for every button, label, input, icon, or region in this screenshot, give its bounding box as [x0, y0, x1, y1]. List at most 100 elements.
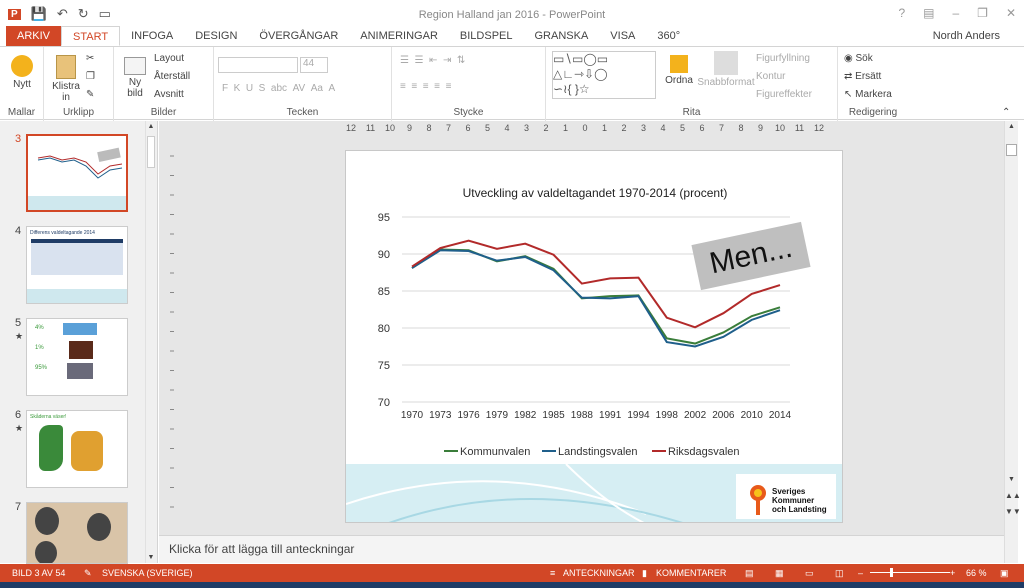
shapes-gallery[interactable]: ▭∖▭◯▭ △∟⇾⇩◯ ∽≀{ }☆ — [552, 51, 656, 99]
shape-effects-button[interactable]: Figureffekter — [756, 89, 812, 100]
layout-button[interactable]: Layout — [154, 53, 184, 64]
ruler-tick-label: 2 — [621, 123, 626, 133]
tab-animeringar[interactable]: ANIMERINGAR — [349, 26, 449, 46]
zoom-out-icon[interactable]: – — [858, 568, 863, 578]
quick-styles-label: Snabbformat — [697, 77, 755, 88]
notes-icon[interactable]: ≡ — [550, 568, 555, 578]
x-tick-label: 2010 — [741, 410, 764, 421]
tab-granska[interactable]: GRANSKA — [524, 26, 600, 46]
comments-button[interactable]: KOMMENTARER — [656, 568, 726, 578]
scroll-down-icon[interactable]: ▼ — [146, 554, 156, 561]
help-icon[interactable]: ? — [898, 6, 905, 20]
language-indicator[interactable]: SVENSKA (SVERIGE) — [102, 568, 193, 578]
scroll-up-icon[interactable]: ▲ — [146, 123, 156, 130]
zoom-slider-thumb[interactable] — [890, 568, 893, 577]
scroll-thumb[interactable] — [1006, 144, 1017, 156]
zoom-in-icon[interactable]: + — [950, 568, 955, 578]
horizontal-ruler: 12 11 10 9 8 7 6 5 4 3 2 1 0 1 2 3 4 5 6 7 8 9 10 11 12 — [346, 123, 824, 133]
thumbnail-slide-5[interactable]: 4% 1% 95% — [26, 318, 128, 396]
ribbon: Nytt Mallar Klistra in ✂ ❐ ✎ Urklipp Ny … — [0, 46, 1024, 121]
editor-scrollbar[interactable]: ▲ ▼ ▲▲ ▼▼ — [1004, 121, 1021, 563]
cut-icon[interactable]: ✂ — [86, 53, 94, 64]
legend-label: Kommunvalen — [460, 446, 530, 458]
comments-icon[interactable]: ▮ — [642, 568, 647, 579]
group-bilder: Ny bild Layout Återställ Avsnitt Bilder — [114, 47, 214, 121]
user-name[interactable]: Nordh Anders — [933, 30, 1000, 42]
prev-slide-icon[interactable]: ▲▲ — [1005, 491, 1021, 500]
zoom-slider[interactable] — [870, 572, 950, 573]
arrange-button[interactable]: Ordna — [664, 51, 694, 86]
thumbnail-slide-4[interactable]: Differens valdeltagande 2014 — [26, 226, 128, 304]
slide-sorter-icon[interactable]: ▦ — [775, 568, 784, 579]
slide-thumbnails-pane[interactable]: 3 4 Differens valdeltagande 2014 5 ★ 4% … — [0, 121, 158, 564]
slide-canvas[interactable]: Utveckling av valdeltagandet 1970-2014 (… — [345, 150, 843, 523]
align-icon[interactable]: ≡ ≡ ≡ ≡ ≡ — [400, 81, 451, 92]
group-stycke: ☰ ☰ ⇤ ⇥ ⇅ ≡ ≡ ≡ ≡ ≡ Stycke — [392, 47, 546, 121]
x-tick-label: 1985 — [542, 410, 565, 421]
format-painter-icon[interactable]: ✎ — [86, 89, 94, 100]
ruler-tick-label: 8 — [738, 123, 743, 133]
bold-button[interactable]: F K U S abc AV Aa A — [222, 83, 335, 94]
quick-styles-button[interactable]: Snabbformat — [696, 51, 756, 88]
font-size-input[interactable]: 44 — [300, 57, 328, 73]
replace-button[interactable]: ⇄ Ersätt — [844, 71, 881, 82]
reading-view-icon[interactable]: ▭ — [805, 568, 814, 579]
font-name-input[interactable] — [218, 57, 298, 73]
slideshow-view-icon[interactable]: ◫ — [835, 568, 844, 579]
ruler-tick-label: 10 — [775, 123, 785, 133]
tab-infoga[interactable]: INFOGA — [120, 26, 184, 46]
next-slide-icon[interactable]: ▼▼ — [1005, 507, 1021, 516]
scroll-up-icon[interactable]: ▲ — [1005, 123, 1018, 130]
new-button[interactable]: Nytt — [6, 51, 38, 90]
thumbnail-image — [35, 507, 59, 535]
slide-footer-decoration — [346, 464, 842, 522]
find-button[interactable]: ◉ Sök — [844, 53, 873, 64]
ruler-tick-label: 8 — [426, 123, 431, 133]
thumbnail-image — [87, 513, 111, 541]
tab-overgangar[interactable]: ÖVERGÅNGAR — [248, 26, 349, 46]
tab-360[interactable]: 360° — [646, 26, 691, 46]
section-button[interactable]: Avsnitt — [154, 89, 184, 100]
close-icon[interactable]: ✕ — [1006, 6, 1016, 20]
ribbon-tabs: ARKIV START INFOGA DESIGN ÖVERGÅNGAR ANI… — [0, 26, 1024, 46]
ribbon-display-icon[interactable]: ▤ — [923, 6, 934, 20]
tab-arkiv[interactable]: ARKIV — [6, 26, 62, 46]
copy-icon[interactable]: ❐ — [86, 71, 95, 82]
new-slide-button[interactable]: Ny bild — [118, 51, 152, 99]
skl-logo-text: Sveriges Kommuner och Landsting — [772, 487, 827, 514]
tab-start[interactable]: START — [61, 26, 121, 46]
bullets-icon[interactable]: ☰ ☰ ⇤ ⇥ ⇅ — [400, 55, 465, 66]
collapse-ribbon-icon[interactable]: ⌃ — [1002, 107, 1010, 118]
tab-bildspel[interactable]: BILDSPEL — [449, 26, 524, 46]
thumbnail-slide-6[interactable]: Skåderna väser! — [26, 410, 128, 488]
fit-slide-icon[interactable]: ▣ — [1000, 568, 1009, 579]
thumbnail-table — [31, 239, 123, 275]
scroll-thumb[interactable] — [147, 136, 155, 168]
minimize-icon[interactable]: – — [952, 6, 959, 20]
normal-view-icon[interactable]: ▤ — [745, 568, 754, 579]
zoom-level[interactable]: 66 % — [966, 568, 987, 578]
notes-pane[interactable]: Klicka för att lägga till anteckningar — [159, 535, 1004, 563]
shape-outline-button[interactable]: Kontur — [756, 71, 785, 82]
reset-button[interactable]: Återställ — [154, 71, 190, 82]
scroll-down-icon[interactable]: ▼ — [1005, 476, 1018, 483]
thumbnail-slide-7[interactable] — [26, 502, 128, 564]
thumbnail-slide-3[interactable] — [26, 134, 128, 212]
new-slide-label: Ny — [128, 77, 142, 88]
ruler-tick-label: 6 — [699, 123, 704, 133]
restore-icon[interactable]: ❐ — [977, 6, 988, 20]
notes-button[interactable]: ANTECKNINGAR — [563, 568, 635, 578]
x-tick-label: 1973 — [429, 410, 452, 421]
thumbnail-label: 1% — [35, 345, 44, 351]
spellcheck-icon[interactable]: ✎ — [84, 568, 92, 579]
x-tick-label: 1998 — [656, 410, 679, 421]
paste-button[interactable]: Klistra in — [50, 51, 82, 103]
tab-visa[interactable]: VISA — [599, 26, 646, 46]
thumbnail-label: 95% — [35, 365, 48, 371]
thumbnail-number: 4 — [15, 225, 22, 237]
shape-fill-button[interactable]: Figurfyllning — [756, 53, 810, 64]
thumbnail-chart-icon — [28, 147, 126, 210]
select-button[interactable]: ↖ Markera — [844, 89, 892, 100]
thumbnail-scrollbar[interactable]: ▲ ▼ — [145, 121, 156, 563]
tab-design[interactable]: DESIGN — [184, 26, 248, 46]
